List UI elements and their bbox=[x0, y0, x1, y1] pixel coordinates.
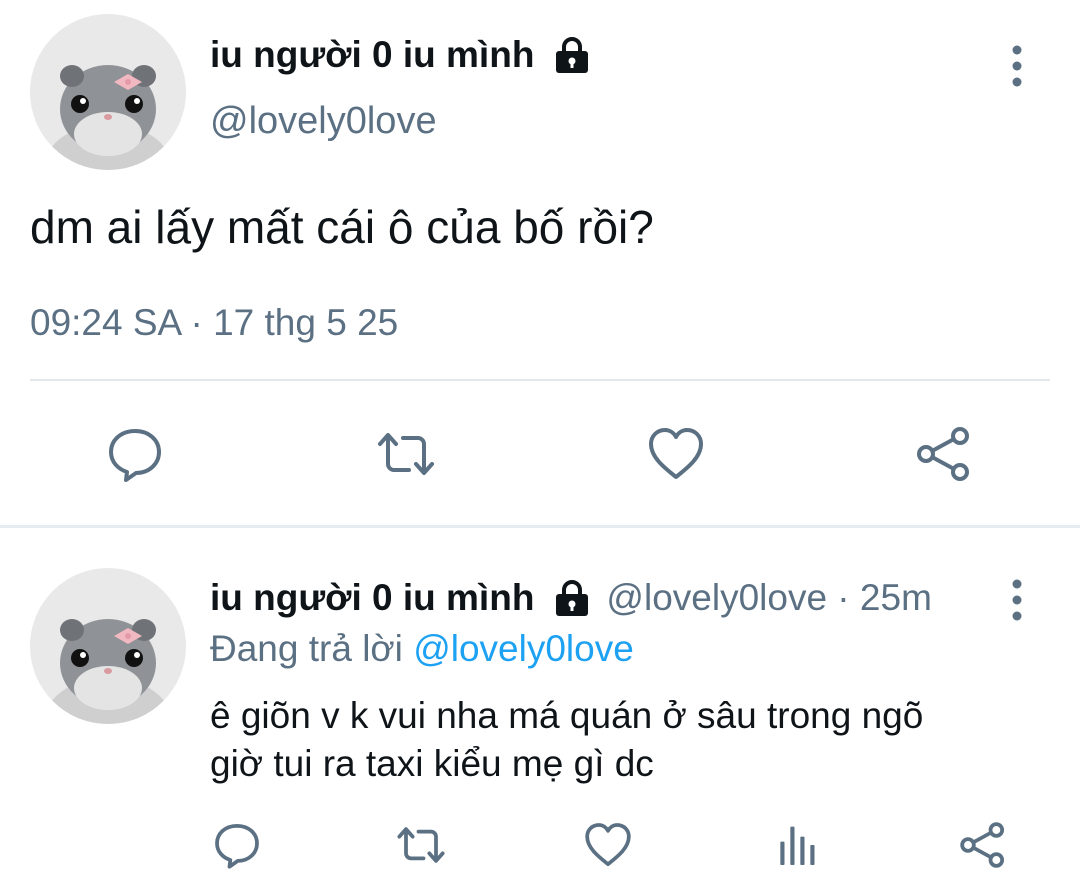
replying-to: Đang trả lời @lovely0love bbox=[210, 628, 634, 670]
timestamp[interactable]: 09:24 SA · 17 thg 5 25 bbox=[30, 302, 398, 344]
share-icon[interactable] bbox=[914, 424, 974, 484]
retweet-icon[interactable] bbox=[376, 424, 436, 484]
reply-text-line: ê giõn v k vui nha má quán ở sâu trong n… bbox=[210, 695, 924, 736]
display-name[interactable]: iu người 0 iu mình bbox=[210, 577, 534, 619]
section-divider bbox=[0, 525, 1080, 528]
hamster-avatar-image bbox=[30, 568, 186, 724]
more-icon[interactable] bbox=[1005, 578, 1029, 622]
avatar[interactable] bbox=[30, 568, 186, 724]
handle-time[interactable]: @lovely0love · 25m bbox=[606, 577, 931, 619]
lock-icon bbox=[552, 35, 592, 75]
handle[interactable]: @lovely0love bbox=[210, 100, 437, 143]
replying-label: Đang trả lời bbox=[210, 628, 403, 669]
analytics-icon[interactable] bbox=[772, 820, 822, 870]
reply-icon[interactable] bbox=[212, 820, 262, 870]
avatar[interactable] bbox=[30, 14, 186, 170]
reply-text: ê giõn v k vui nha má quán ở sâu trong n… bbox=[210, 692, 1030, 788]
name-row: iu người 0 iu mình bbox=[210, 34, 592, 76]
retweet-icon[interactable] bbox=[396, 820, 446, 870]
main-tweet: iu người 0 iu mình @lovely0love dm ai lấ… bbox=[0, 0, 1080, 526]
tweet-text: dm ai lấy mất cái ô của bố rồi? bbox=[30, 201, 654, 253]
reply-icon[interactable] bbox=[105, 424, 165, 484]
like-icon[interactable] bbox=[646, 424, 706, 484]
mention-link[interactable]: @lovely0love bbox=[413, 628, 634, 669]
divider bbox=[30, 379, 1050, 381]
like-icon[interactable] bbox=[583, 820, 633, 870]
reply-header: iu người 0 iu mình @lovely0love · 25m bbox=[210, 577, 932, 619]
reply-text-line: giờ tui ra taxi kiểu mẹ gì dc bbox=[210, 743, 654, 784]
display-name[interactable]: iu người 0 iu mình bbox=[210, 34, 534, 76]
hamster-avatar-image bbox=[30, 14, 186, 170]
lock-icon bbox=[552, 578, 592, 618]
more-icon[interactable] bbox=[1005, 44, 1029, 88]
share-icon[interactable] bbox=[958, 820, 1008, 870]
